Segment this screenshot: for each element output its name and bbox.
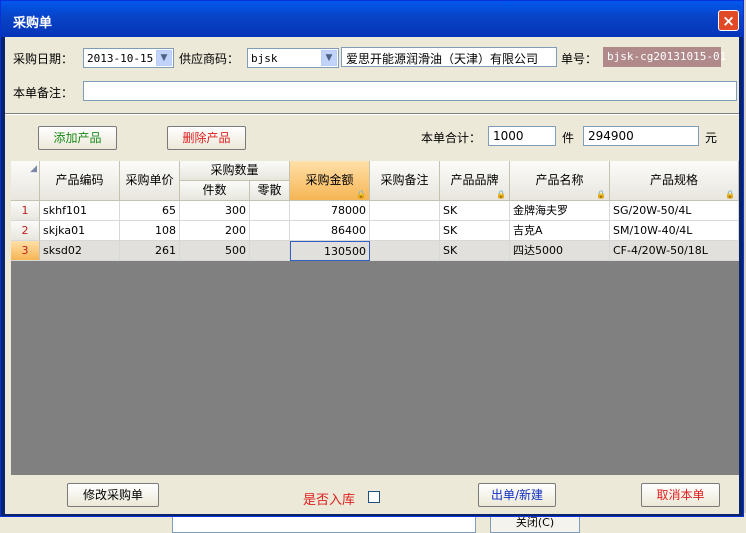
cell-amount[interactable]: 78000 [290, 201, 370, 221]
order-no-label: 单号： [561, 52, 598, 66]
cell-name[interactable]: 吉克A [510, 221, 610, 241]
title-bar: 采购单 × [1, 1, 743, 37]
window-client: 采购日期： 2013-10-15 ▼ 供应商码： bjsk ▼ 爱思开能源润滑油… [5, 37, 739, 514]
col-header-name[interactable]: 产品名称 🔒 [510, 161, 610, 201]
background-text-field [172, 515, 476, 533]
row-number[interactable]: 3 [11, 241, 40, 261]
delete-product-button[interactable]: 删除产品 [167, 126, 246, 150]
cell-price[interactable]: 65 [120, 201, 180, 221]
col-header-brand-label: 产品品牌 [450, 173, 499, 187]
cell-name[interactable]: 金牌海夫罗 [510, 201, 610, 221]
instock-label: 是否入库 [303, 493, 356, 508]
cell-remark[interactable] [370, 241, 440, 261]
row-number[interactable]: 1 [11, 201, 40, 221]
divider [5, 113, 739, 115]
remark-input[interactable] [83, 81, 737, 101]
col-header-qty-loose[interactable]: 零散 [250, 181, 290, 201]
col-header-qty-group: 采购数量 [180, 161, 290, 181]
product-grid[interactable]: ◢ 产品编码 采购单价 采购数量 件数 零散 采购金额 🔒 采购备注 产品品牌 … [11, 161, 739, 475]
col-header-code[interactable]: 产品编码 [40, 161, 120, 201]
total-amount-field[interactable]: 294900 [583, 126, 699, 146]
modify-order-button[interactable]: 修改采购单 [67, 483, 159, 507]
col-header-name-label: 产品名称 [535, 173, 584, 187]
cell-remark[interactable] [370, 221, 440, 241]
close-icon[interactable]: × [718, 10, 739, 31]
instock-checkbox[interactable] [368, 491, 380, 503]
new-order-button[interactable]: 出单/新建 [478, 483, 556, 507]
col-header-price[interactable]: 采购单价 [120, 161, 180, 201]
col-header-spec[interactable]: 产品规格 🔒 [610, 161, 739, 201]
window-title: 采购单 [13, 16, 53, 31]
cell-brand[interactable]: SK [440, 241, 510, 261]
cell-spec[interactable]: SG/20W-50/4L [610, 201, 739, 221]
col-header-remark[interactable]: 采购备注 [370, 161, 440, 201]
cell-loose[interactable] [250, 221, 290, 241]
col-header-qty-pieces[interactable]: 件数 [180, 181, 250, 201]
cell-code[interactable]: skhf101 [40, 201, 120, 221]
cell-remark[interactable] [370, 201, 440, 221]
cell-brand[interactable]: SK [440, 221, 510, 241]
cancel-order-button[interactable]: 取消本单 [641, 483, 720, 507]
col-header-amount[interactable]: 采购金额 🔒 [290, 161, 370, 201]
cell-pieces[interactable]: 300 [180, 201, 250, 221]
cell-code[interactable]: sksd02 [40, 241, 120, 261]
cell-price[interactable]: 108 [120, 221, 180, 241]
cell-spec[interactable]: SM/10W-40/4L [610, 221, 739, 241]
date-picker[interactable]: 2013-10-15 ▼ [83, 48, 174, 68]
date-label: 采购日期： [13, 52, 74, 66]
cell-pieces[interactable]: 200 [180, 221, 250, 241]
purchase-order-window: 采购单 × 采购日期： 2013-10-15 ▼ 供应商码： bjsk ▼ 爱思… [0, 0, 744, 517]
total-qty-field[interactable]: 1000 [488, 126, 556, 146]
order-no-value: bjsk-cg20131015-01 [603, 47, 726, 67]
chevron-down-icon[interactable]: ▼ [321, 50, 337, 66]
supplier-code-label: 供应商码： [179, 52, 240, 66]
supplier-code-select[interactable]: bjsk ▼ [247, 48, 339, 68]
add-product-button[interactable]: 添加产品 [38, 126, 117, 150]
cell-loose[interactable] [250, 241, 290, 261]
cell-pieces[interactable]: 500 [180, 241, 250, 261]
grid-corner[interactable]: ◢ [11, 161, 40, 201]
cell-amount[interactable]: 86400 [290, 221, 370, 241]
cell-price[interactable]: 261 [120, 241, 180, 261]
cell-brand[interactable]: SK [440, 201, 510, 221]
date-value: 2013-10-15 [87, 52, 154, 65]
col-header-amount-label: 采购金额 [305, 173, 354, 187]
row-number[interactable]: 2 [11, 221, 40, 241]
col-header-brand[interactable]: 产品品牌 🔒 [440, 161, 510, 201]
cell-code[interactable]: skjka01 [40, 221, 120, 241]
supplier-name-field[interactable]: 爱思开能源润滑油（天津）有限公司 [341, 47, 557, 67]
col-header-spec-label: 产品规格 [649, 173, 698, 187]
qty-unit-label: 件 [562, 131, 575, 145]
chevron-down-icon[interactable]: ▼ [156, 50, 172, 66]
amount-unit-label: 元 [705, 131, 718, 145]
cell-spec[interactable]: CF-4/20W-50/18L [610, 241, 739, 261]
supplier-code-value: bjsk [251, 52, 278, 65]
cell-loose[interactable] [250, 201, 290, 221]
total-label: 本单合计： [421, 131, 482, 145]
remark-label: 本单备注： [13, 86, 74, 100]
cell-amount[interactable]: 130500 [290, 241, 370, 261]
cell-name[interactable]: 四达5000 [510, 241, 610, 261]
